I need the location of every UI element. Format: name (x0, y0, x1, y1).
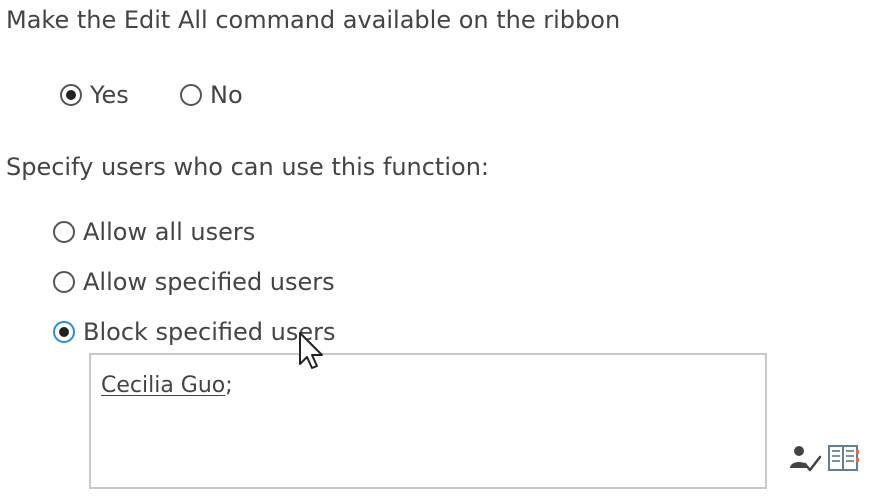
users-heading: Specify users who can use this function: (6, 153, 489, 181)
allow-specified-users-option[interactable]: Allow specified users (53, 268, 335, 296)
edit-all-yes-option[interactable]: Yes (60, 81, 129, 109)
edit-all-yes-label: Yes (90, 81, 129, 109)
allow-all-users-option[interactable]: Allow all users (53, 218, 255, 246)
allow-specified-users-radio[interactable] (53, 271, 75, 293)
people-picker-input[interactable]: Cecilia Guo; (89, 353, 767, 489)
block-specified-users-option[interactable]: Block specified users (53, 318, 336, 346)
person-name[interactable]: Cecilia Guo (101, 373, 225, 398)
address-book-icon[interactable] (827, 441, 861, 475)
edit-all-no-radio[interactable] (180, 84, 202, 106)
block-specified-users-label: Block specified users (83, 318, 336, 346)
edit-all-no-option[interactable]: No (180, 81, 243, 109)
person-separator: ; (225, 373, 233, 398)
block-specified-users-radio[interactable] (53, 321, 75, 343)
edit-all-yes-radio[interactable] (60, 84, 82, 106)
edit-all-no-label: No (210, 81, 243, 109)
allow-all-users-label: Allow all users (83, 218, 256, 246)
allow-specified-users-label: Allow specified users (83, 268, 335, 296)
check-names-icon[interactable] (788, 441, 822, 475)
edit-all-heading: Make the Edit All command available on t… (6, 6, 621, 34)
person-entry[interactable]: Cecilia Guo; (101, 373, 233, 398)
allow-all-users-radio[interactable] (53, 221, 75, 243)
